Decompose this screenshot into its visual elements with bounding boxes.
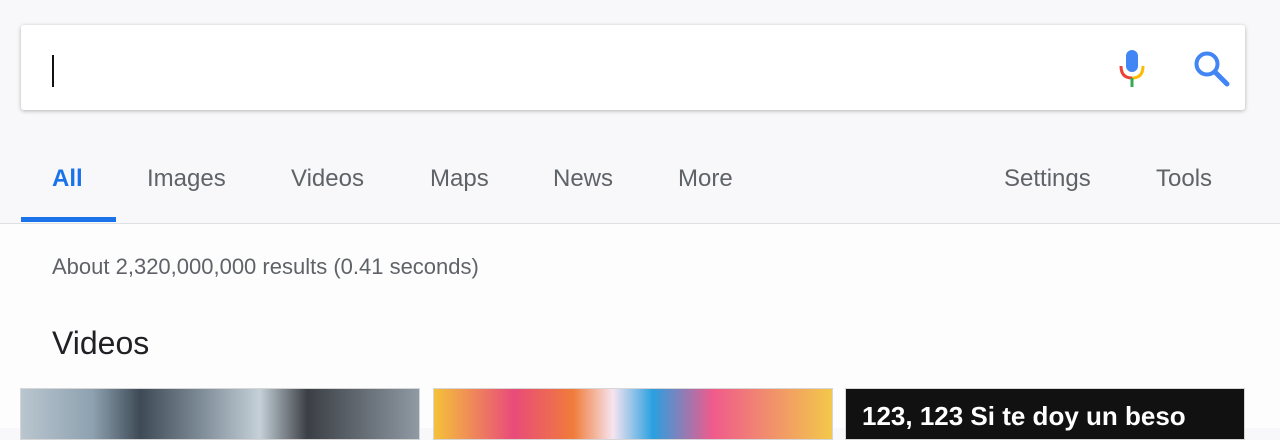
video-thumbnail xyxy=(21,389,419,439)
search-box[interactable] xyxy=(21,25,1245,110)
active-tab-indicator xyxy=(21,217,116,222)
microphone-icon xyxy=(1119,50,1145,87)
videos-section-title: Videos xyxy=(52,325,150,361)
search-tabs: All Images Videos Maps News More Setting… xyxy=(0,150,1280,223)
video-thumbnail-caption: 123, 123 Si te doy un beso xyxy=(862,401,1186,431)
header: All Images Videos Maps News More Setting… xyxy=(0,0,1280,224)
voice-search-button[interactable] xyxy=(1117,48,1147,92)
tab-images[interactable]: Images xyxy=(147,165,226,193)
search-icon xyxy=(1194,51,1230,87)
video-card-3[interactable]: 123, 123 Si te doy un beso xyxy=(845,388,1245,440)
tab-more[interactable]: More xyxy=(678,165,733,193)
search-button[interactable] xyxy=(1191,48,1231,88)
search-input[interactable] xyxy=(51,45,1055,92)
video-card-1[interactable] xyxy=(20,388,420,440)
tab-tools[interactable]: Tools xyxy=(1156,165,1212,193)
video-card-2[interactable] xyxy=(433,388,833,440)
result-stats: About 2,320,000,000 results (0.41 second… xyxy=(52,254,479,279)
text-caret xyxy=(52,55,54,87)
tab-videos[interactable]: Videos xyxy=(291,165,364,193)
video-thumbnail xyxy=(434,389,832,439)
results-area: About 2,320,000,000 results (0.41 second… xyxy=(0,224,1280,440)
tab-all[interactable]: All xyxy=(52,165,83,193)
tab-settings[interactable]: Settings xyxy=(1004,165,1091,193)
tab-news[interactable]: News xyxy=(553,165,613,193)
tab-maps[interactable]: Maps xyxy=(430,165,489,193)
